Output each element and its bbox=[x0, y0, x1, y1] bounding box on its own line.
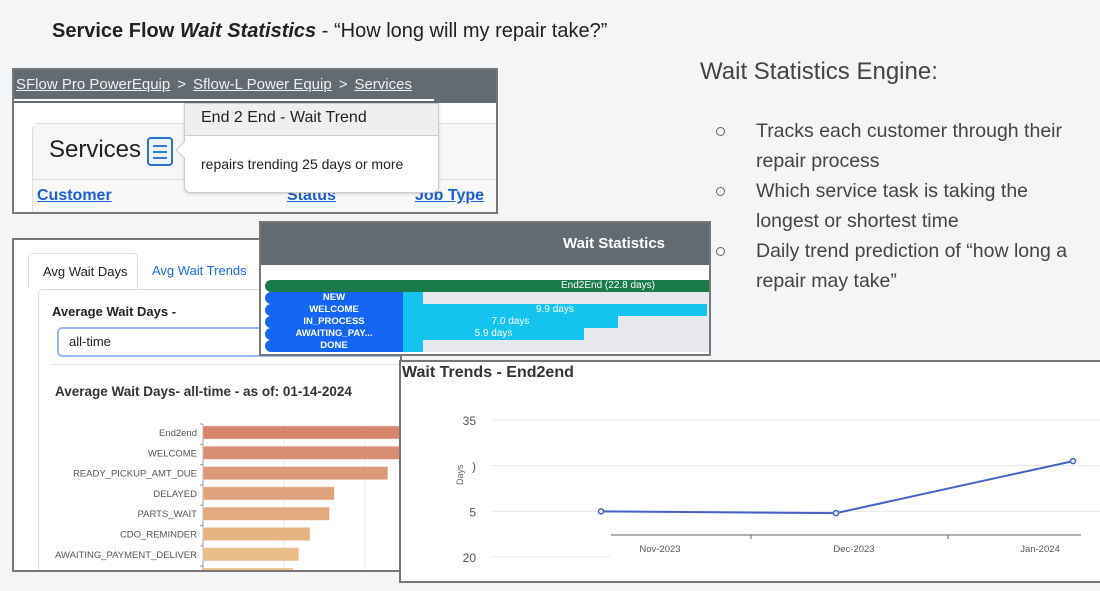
y-axis-title: Days bbox=[455, 464, 465, 485]
bullet-text: Tracks each customer through their repai… bbox=[756, 120, 1062, 172]
bar bbox=[202, 527, 311, 541]
wait-statistics-timeline: End2End (22.8 days) NEW WELCOME 9.9 days IN… bbox=[261, 277, 709, 354]
timeline-row: IN_PROCESS 7.0 days bbox=[265, 316, 709, 328]
services-title: Services bbox=[49, 136, 142, 163]
bar-category-label: DELAYED bbox=[153, 489, 197, 500]
popover-body: repairs trending 25 days or more bbox=[201, 156, 404, 172]
wait-statistics-title: Wait Statistics bbox=[563, 235, 665, 252]
x-tick-label: Nov-2023 bbox=[639, 544, 680, 555]
engine-title: Wait Statistics Engine: bbox=[700, 58, 938, 85]
data-point bbox=[597, 508, 605, 515]
timeline-row: WELCOME 9.9 days bbox=[265, 304, 709, 316]
y-tick-label: 5 bbox=[469, 505, 476, 519]
timeline-track bbox=[403, 340, 709, 352]
bar-category-label: WELCOME bbox=[148, 448, 197, 459]
timeline-duration-bar bbox=[403, 292, 423, 304]
hollow-bullet-icon bbox=[716, 127, 725, 136]
slide-title: Service Flow Wait Statistics - “How long… bbox=[52, 20, 607, 43]
breadcrumb-link-location[interactable]: Sflow-L Power Equip bbox=[193, 76, 332, 93]
timeline-row-label: AWAITING_PAY... bbox=[265, 328, 403, 340]
bar-partial bbox=[203, 568, 293, 570]
trend-chart-title: Wait Trends - End2end bbox=[402, 364, 574, 381]
bullet-item: Which service task is taking the longest… bbox=[716, 176, 1096, 236]
bar bbox=[202, 446, 400, 460]
wait-statistics-header: Wait Statistics bbox=[261, 223, 709, 265]
x-tick-label: Dec-2023 bbox=[833, 544, 874, 555]
bar bbox=[202, 486, 335, 501]
timeline-row-label: IN_PROCESS bbox=[265, 316, 403, 328]
services-panel: SFlow Pro PowerEquip > Sflow-L Power Equip… bbox=[12, 68, 498, 214]
y-tick-label: ) bbox=[472, 460, 476, 474]
timeline-row: AWAITING_PAY... 5.9 days bbox=[265, 328, 709, 340]
bar-category-label: PARTS_WAIT bbox=[138, 509, 198, 520]
timeline-track bbox=[403, 292, 709, 304]
timeline-row: NEW bbox=[265, 292, 709, 304]
data-point bbox=[832, 509, 840, 517]
bar bbox=[202, 466, 388, 480]
breadcrumb-separator: > bbox=[177, 76, 186, 93]
timeline-row-label: NEW bbox=[265, 292, 403, 304]
breadcrumb-link-company[interactable]: SFlow Pro PowerEquip bbox=[16, 76, 170, 93]
end2end-label: End2End (22.8 days) bbox=[561, 280, 655, 291]
bar-category-label: READY_PICKUP_AMT_DUE bbox=[73, 469, 197, 480]
column-header-customer[interactable]: Customer bbox=[37, 187, 112, 205]
x-tick-label: Jan-2024 bbox=[1020, 544, 1060, 555]
wait-trends-panel: 20 5) 35 Nov-2023 Dec-2023 Jan-2024 Days Wait … bbox=[399, 360, 1100, 583]
breadcrumb-link-services[interactable]: Services bbox=[354, 76, 412, 93]
engine-bullet-list: Tracks each customer through their repai… bbox=[716, 116, 1096, 296]
breadcrumb: SFlow Pro PowerEquip > Sflow-L Power Equip… bbox=[14, 70, 434, 101]
bar-category-label: AWAITING_PAYMENT_DELIVER bbox=[55, 550, 197, 561]
hamburger-menu-icon[interactable] bbox=[147, 137, 173, 166]
data-point bbox=[1069, 457, 1077, 465]
wait-trend-popover: End 2 End - Wait Trend repairs trending … bbox=[175, 103, 439, 193]
y-tick-label: 35 bbox=[463, 414, 477, 428]
bullet-item: Tracks each customer through their repai… bbox=[716, 116, 1096, 176]
bullet-item: Daily trend prediction of “how long a re… bbox=[716, 236, 1096, 296]
bar bbox=[202, 506, 330, 521]
timeline-row-label: WELCOME bbox=[265, 304, 403, 316]
slide-title-bold: Service Flow bbox=[52, 20, 180, 42]
breadcrumb-separator: > bbox=[338, 76, 348, 93]
timeline-duration-bar bbox=[403, 340, 423, 352]
hollow-bullet-icon bbox=[716, 187, 725, 196]
end2end-bar: End2End (22.8 days) bbox=[265, 280, 709, 292]
bar-category-label: End2end bbox=[159, 428, 197, 439]
hollow-bullet-icon bbox=[716, 247, 725, 256]
slide-title-italic: Wait Statistics bbox=[179, 20, 317, 42]
bar bbox=[202, 547, 299, 562]
y-tick-label: 20 bbox=[463, 551, 477, 565]
trend-line bbox=[600, 460, 1074, 515]
slide-title-rest: - “How long will my repair take?” bbox=[316, 20, 608, 42]
bullet-text: Daily trend prediction of “how long a re… bbox=[756, 240, 1068, 292]
popover-title: End 2 End - Wait Trend bbox=[185, 104, 438, 136]
timeline-row: DONE bbox=[265, 340, 709, 352]
timeline-duration-bar: 5.9 days bbox=[403, 328, 585, 340]
bullet-text: Which service task is taking the longest… bbox=[756, 180, 1029, 232]
timeline-duration-bar: 9.9 days bbox=[403, 304, 707, 316]
bar bbox=[202, 425, 400, 440]
wait-statistics-panel: Wait Statistics End2End (22.8 days) NEW W… bbox=[259, 221, 711, 356]
timeline-row-label: DONE bbox=[265, 340, 403, 352]
wait-trend-line-chart: 20 5) 35 Nov-2023 Dec-2023 Jan-2024 Days bbox=[455, 414, 1100, 569]
bar-category-label: CDO_REMINDER bbox=[120, 530, 197, 541]
timeline-duration-bar: 7.0 days bbox=[403, 316, 618, 328]
